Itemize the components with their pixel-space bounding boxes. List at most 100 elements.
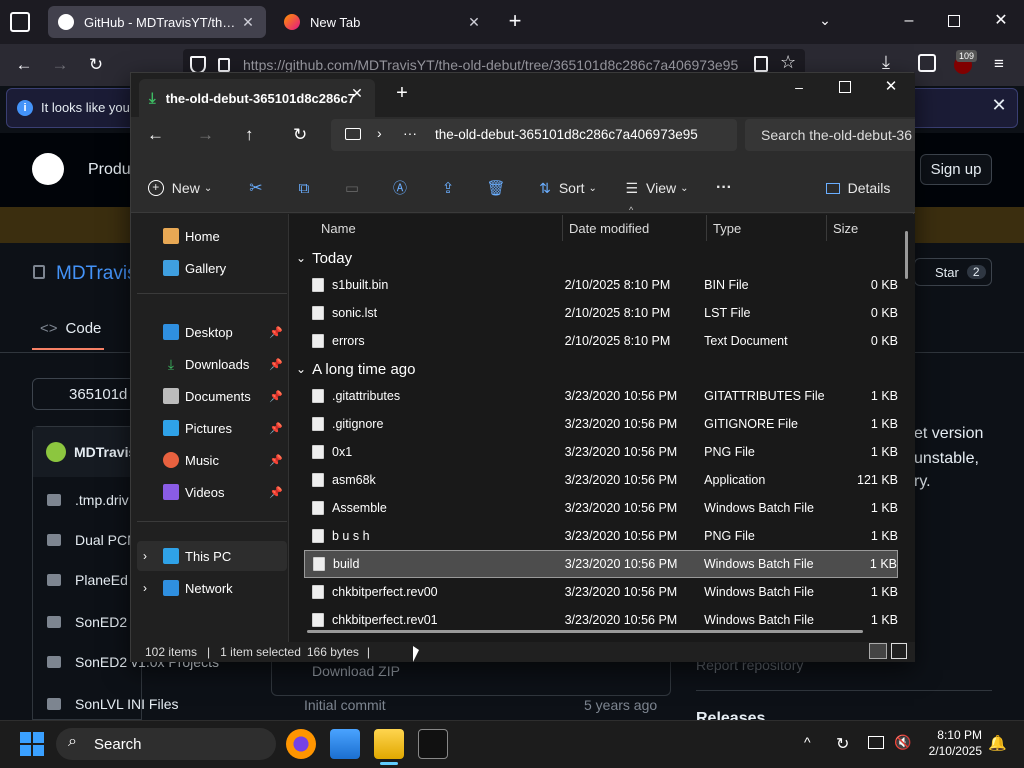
github-logo-icon[interactable] — [32, 153, 64, 185]
clock-time[interactable]: 8:10 PM — [936, 728, 982, 742]
file-row[interactable]: .gitattributes 3/23/2020 10:56 PM GITATTRI… — [304, 382, 898, 410]
pin-icon[interactable]: 📌 — [269, 326, 283, 339]
breadcrumb-path[interactable]: the-old-debut-365101d8c286c7a406973e95 — [435, 127, 711, 142]
explorer-refresh-icon[interactable]: ↻ — [293, 125, 315, 147]
dismiss-banner-icon[interactable]: ✕ — [989, 95, 1009, 119]
maximize-browser-button[interactable] — [948, 15, 960, 27]
explorer-minimize-button[interactable]: – — [791, 79, 807, 95]
pin-icon[interactable]: 📌 — [269, 486, 283, 499]
display-tray-icon[interactable] — [868, 736, 884, 749]
photos-taskbar-icon[interactable] — [330, 729, 360, 759]
minimize-browser-button[interactable]: – — [900, 12, 918, 30]
view-button[interactable]: ☰ View ⌄ — [623, 173, 691, 203]
pin-icon[interactable]: 📌 — [269, 358, 283, 371]
sidebar-item-music[interactable]: Music 📌 — [137, 445, 287, 475]
taskbar-search-box[interactable]: ⌕ Search — [56, 728, 276, 760]
sidebar-item-documents[interactable]: Documents 📌 — [137, 381, 287, 411]
group-header-long-ago[interactable]: ⌄ A long time ago — [296, 356, 415, 382]
sidebar-item-this-pc[interactable]: › This PC — [137, 541, 287, 571]
initial-commit-text[interactable]: Initial commit — [304, 697, 386, 713]
expand-chevron-icon[interactable]: › — [143, 549, 147, 563]
new-button[interactable]: + New ⌄ — [143, 173, 217, 203]
close-browser-button[interactable]: ✕ — [992, 10, 1010, 29]
sign-up-button[interactable]: Sign up — [920, 154, 992, 185]
file-row[interactable]: sonic.lst 2/10/2025 8:10 PM LST File 0 KB — [304, 299, 898, 327]
menu-icon[interactable]: ≡ — [990, 54, 1008, 73]
tab-overview-icon[interactable] — [10, 12, 30, 32]
expand-chevron-icon[interactable]: › — [143, 581, 147, 595]
column-header-size[interactable]: Size — [833, 215, 858, 241]
column-header-date[interactable]: Date modified — [569, 215, 649, 241]
file-row[interactable]: b u s h 3/23/2020 10:56 PM PNG File 1 KB — [304, 522, 898, 550]
column-header-type[interactable]: Type — [713, 215, 741, 241]
firefox-taskbar-icon[interactable] — [286, 729, 316, 759]
gh-file-item[interactable]: PlaneEd I — [75, 572, 136, 588]
repo-owner-link[interactable]: MDTravis — [56, 263, 137, 285]
file-row[interactable]: chkbitperfect.rev00 3/23/2020 10:56 PM Win… — [304, 578, 898, 606]
extensions-icon[interactable] — [918, 54, 936, 72]
explorer-search-box[interactable]: Search the-old-debut-36 — [745, 119, 915, 151]
delete-icon[interactable]: 🗑 — [483, 173, 509, 203]
gh-file-item[interactable]: SonLVL INI Files — [75, 696, 179, 712]
explorer-back-icon[interactable]: ← — [147, 125, 169, 147]
column-header-name[interactable]: Name — [321, 215, 356, 241]
gh-file-item[interactable]: Dual PCN — [75, 532, 137, 548]
branch-selector[interactable]: 365101d — [32, 378, 142, 410]
share-icon[interactable]: ⇪ — [435, 173, 461, 203]
breadcrumb-overflow-icon[interactable]: ··· — [403, 125, 417, 141]
explorer-forward-icon[interactable]: → — [197, 125, 219, 147]
reader-view-icon[interactable] — [754, 56, 768, 72]
clock-date[interactable]: 2/10/2025 — [920, 744, 982, 758]
pin-icon[interactable]: 📌 — [269, 422, 283, 435]
terminal-taskbar-icon[interactable] — [418, 729, 448, 759]
file-row[interactable]: .gitignore 3/23/2020 10:56 PM GITIGNORE Fi… — [304, 410, 898, 438]
explorer-close-button[interactable]: ✕ — [883, 77, 899, 95]
sort-button[interactable]: ⇅ Sort ⌄ — [535, 173, 601, 203]
sidebar-item-home[interactable]: Home — [137, 221, 287, 251]
new-tab-button[interactable]: + — [504, 10, 526, 32]
downloads-icon[interactable]: ⤓ — [882, 52, 902, 72]
star-button[interactable]: Star 2 — [914, 258, 992, 286]
pin-icon[interactable]: 📌 — [269, 454, 283, 467]
commit-author[interactable]: MDTravis — [74, 444, 136, 460]
gh-file-item[interactable]: SonED2 I — [75, 614, 135, 630]
details-button[interactable]: Details — [825, 173, 891, 203]
show-hidden-icons-chevron[interactable]: ^ — [804, 734, 811, 750]
file-row[interactable]: asm68k 3/23/2020 10:56 PM Application 121 K… — [304, 466, 898, 494]
list-all-tabs-icon[interactable]: ⌄ — [816, 12, 834, 30]
file-explorer-taskbar-icon[interactable] — [374, 729, 404, 759]
rename-icon[interactable]: Ⓐ — [387, 173, 413, 203]
sync-tray-icon[interactable]: ↻ — [836, 734, 849, 754]
explorer-up-icon[interactable]: ↑ — [245, 125, 267, 147]
horizontal-scrollbar-thumb[interactable] — [307, 630, 863, 633]
sidebar-item-downloads[interactable]: ⤓ Downloads 📌 — [137, 349, 287, 379]
nav-product[interactable]: Produ — [88, 161, 131, 179]
sidebar-item-pictures[interactable]: Pictures 📌 — [137, 413, 287, 443]
cut-icon[interactable]: ✂ — [243, 173, 269, 203]
explorer-tab[interactable]: ⤓ the-old-debut-365101d8c286c7 — [139, 79, 375, 117]
file-row[interactable]: Assemble 3/23/2020 10:56 PM Windows Batch … — [304, 494, 898, 522]
pin-icon[interactable]: 📌 — [269, 390, 283, 403]
group-header-today[interactable]: ⌄ Today — [296, 245, 352, 271]
reload-button[interactable]: ↻ — [82, 52, 110, 78]
close-tab-icon[interactable]: ✕ — [240, 14, 256, 31]
file-row[interactable]: build 3/23/2020 10:56 PM Windows Batch Fil… — [304, 550, 898, 578]
tab-github[interactable]: GitHub - MDTravisYT/the-old-d ✕ — [48, 6, 266, 38]
file-row[interactable]: s1built.bin 2/10/2025 8:10 PM BIN File 0 KB — [304, 271, 898, 299]
sidebar-item-network[interactable]: › Network — [137, 573, 287, 603]
new-explorer-tab-icon[interactable]: + — [393, 83, 411, 103]
sidebar-item-desktop[interactable]: Desktop 📌 — [137, 317, 287, 347]
details-view-toggle-icon[interactable] — [869, 643, 887, 659]
address-bar[interactable]: › ··· the-old-debut-365101d8c286c7a40697… — [331, 119, 737, 151]
close-tab-icon[interactable]: ✕ — [466, 14, 482, 31]
tiles-view-toggle-icon[interactable] — [891, 643, 907, 659]
file-row[interactable]: errors 2/10/2025 8:10 PM Text Document 0 KB — [304, 327, 898, 355]
sidebar-item-videos[interactable]: Videos 📌 — [137, 477, 287, 507]
bookmark-star-icon[interactable]: ☆ — [780, 52, 800, 72]
download-zip-link[interactable]: Download ZIP — [312, 663, 400, 679]
back-button[interactable]: ← — [10, 52, 38, 78]
sidebar-item-gallery[interactable]: Gallery — [137, 253, 287, 283]
explorer-maximize-button[interactable] — [839, 81, 851, 93]
lock-icon[interactable] — [218, 58, 230, 72]
see-more-button[interactable]: ··· — [709, 173, 739, 203]
